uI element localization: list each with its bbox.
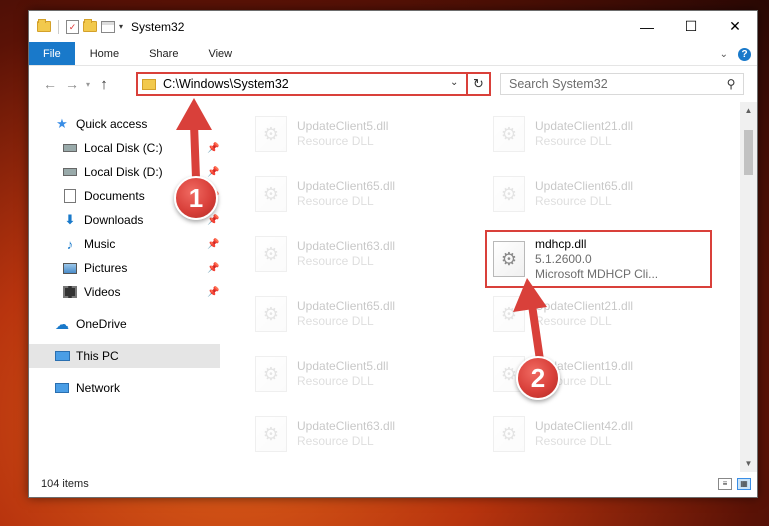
dll-gear-icon: ⚙ xyxy=(255,416,287,452)
large-icons-view-icon[interactable]: ▦ xyxy=(737,478,751,490)
sidebar-item-pictures[interactable]: Pictures 📌 xyxy=(29,256,220,280)
vertical-scrollbar[interactable]: ▲ ▼ xyxy=(740,102,757,472)
file-item[interactable]: ⚙ UpdateClient65.dll Resource DLL xyxy=(251,290,483,338)
drive-icon xyxy=(62,164,78,180)
file-item[interactable]: ⚙ UpdateClient21.dll Resource DLL xyxy=(489,110,721,158)
pin-icon[interactable]: 📌 xyxy=(207,167,219,178)
pin-icon[interactable]: 📌 xyxy=(207,287,219,298)
tab-home[interactable]: Home xyxy=(75,42,134,65)
tab-file[interactable]: File xyxy=(29,42,75,65)
forward-icon[interactable]: → xyxy=(61,76,83,92)
minimize-button[interactable]: — xyxy=(625,11,669,42)
properties-icon[interactable]: ✓ xyxy=(66,19,79,34)
dll-gear-icon: ⚙ xyxy=(255,356,287,392)
refresh-icon: ↻ xyxy=(473,76,484,91)
help-icon[interactable]: ? xyxy=(738,47,751,61)
sidebar-item-network[interactable]: Network xyxy=(29,376,220,400)
refresh-button[interactable]: ↻ xyxy=(466,72,491,96)
drive-icon xyxy=(62,140,78,156)
back-icon[interactable]: ← xyxy=(39,76,61,92)
dll-gear-icon: ⚙ xyxy=(493,416,525,452)
explorer-window: ✓ ▾ System32 — ☐ ✕ File Home Share View … xyxy=(28,10,758,498)
file-item-mdhcp[interactable]: ⚙ mdhcp.dll 5.1.2600.0 Microsoft MDHCP C… xyxy=(489,235,721,283)
sidebar-item-videos[interactable]: Videos 📌 xyxy=(29,280,220,304)
file-item[interactable]: ⚙ UpdateClient42.dll Resource DLL xyxy=(489,410,721,458)
customize-toolbar-icon[interactable] xyxy=(101,20,115,33)
sidebar-item-local-disk-c[interactable]: Local Disk (C:) 📌 xyxy=(29,136,220,160)
pictures-icon xyxy=(62,260,78,276)
address-bar[interactable]: C:\Windows\System32 xyxy=(136,72,491,96)
file-item[interactable]: ⚙ UpdateClient65.dll Resource DLL xyxy=(489,170,721,218)
navigation-pane: ★ Quick access Local Disk (C:) 📌 Local D… xyxy=(29,102,221,472)
sidebar-item-quick-access[interactable]: ★ Quick access xyxy=(29,112,220,136)
documents-icon xyxy=(62,188,78,204)
file-item[interactable]: ⚙ UpdateClient5.dll Resource DLL xyxy=(251,350,483,398)
file-item[interactable]: ⚙ UpdateClient63.dll Resource DLL xyxy=(251,230,483,278)
dll-gear-icon: ⚙ xyxy=(493,296,525,332)
network-icon xyxy=(54,380,70,396)
folder-icon xyxy=(142,78,156,90)
file-item[interactable]: ⚙ UpdateClient21.dll Resource DLL xyxy=(489,290,721,338)
item-count: 104 items xyxy=(41,478,89,490)
search-box[interactable]: ⚲ xyxy=(500,73,744,95)
videos-icon xyxy=(62,284,78,300)
tab-share[interactable]: Share xyxy=(134,42,193,65)
chevron-down-icon[interactable]: ⌄ xyxy=(450,77,458,88)
music-icon: ♪ xyxy=(66,236,74,252)
file-item[interactable]: ⚙ UpdateClient65.dll Resource DLL xyxy=(251,170,483,218)
maximize-button[interactable]: ☐ xyxy=(669,11,713,42)
file-item[interactable]: ⚙ UpdateClient5.dll Resource DLL xyxy=(251,110,483,158)
status-bar: 104 items ≡ ▦ xyxy=(29,471,757,497)
new-folder-icon[interactable] xyxy=(83,19,97,32)
dll-gear-icon: ⚙ xyxy=(255,116,287,152)
sidebar-item-music[interactable]: ♪ Music 📌 xyxy=(29,232,220,256)
monitor-icon xyxy=(54,348,70,364)
download-icon: ⬇ xyxy=(64,212,76,227)
ribbon-tabs: File Home Share View ⌄ ? xyxy=(29,42,757,66)
address-path[interactable]: C:\Windows\System32 xyxy=(163,77,489,91)
dll-gear-icon: ⚙ xyxy=(493,241,525,277)
search-icon[interactable]: ⚲ xyxy=(719,77,743,91)
dll-gear-icon: ⚙ xyxy=(493,116,525,152)
window-title: System32 xyxy=(131,19,185,34)
sidebar-item-this-pc[interactable]: This PC xyxy=(29,344,220,368)
tab-view[interactable]: View xyxy=(193,42,247,65)
title-bar: ✓ ▾ System32 — ☐ ✕ xyxy=(29,11,757,42)
scroll-down-icon[interactable]: ▼ xyxy=(740,455,757,472)
chevron-down-icon[interactable]: ▾ xyxy=(119,22,123,31)
expand-ribbon-icon[interactable]: ⌄ xyxy=(720,49,728,60)
step-1-badge: 1 xyxy=(174,176,218,220)
main-area: ★ Quick access Local Disk (C:) 📌 Local D… xyxy=(29,102,757,472)
dll-gear-icon: ⚙ xyxy=(255,176,287,212)
quick-access-toolbar: ✓ ▾ xyxy=(29,19,123,34)
dll-gear-icon: ⚙ xyxy=(255,296,287,332)
cloud-icon: ☁ xyxy=(55,315,69,332)
file-item[interactable]: ⚙ UpdateClient63.dll Resource DLL xyxy=(251,410,483,458)
dll-gear-icon: ⚙ xyxy=(493,176,525,212)
search-input[interactable] xyxy=(501,77,719,91)
scroll-thumb[interactable] xyxy=(744,130,753,175)
close-button[interactable]: ✕ xyxy=(713,11,757,42)
pin-icon[interactable]: 📌 xyxy=(207,239,219,250)
folder-icon xyxy=(37,19,51,32)
pin-icon[interactable]: 📌 xyxy=(207,143,219,154)
scroll-up-icon[interactable]: ▲ xyxy=(740,102,757,119)
file-list: ⚙ UpdateClient5.dll Resource DLL ⚙ Update… xyxy=(221,102,757,472)
dll-gear-icon: ⚙ xyxy=(255,236,287,272)
pin-icon[interactable]: 📌 xyxy=(207,215,219,226)
recent-locations-icon[interactable]: ▾ xyxy=(83,80,93,89)
up-icon[interactable]: ↑ xyxy=(93,76,115,93)
step-2-badge: 2 xyxy=(516,356,560,400)
details-view-icon[interactable]: ≡ xyxy=(718,478,732,490)
star-icon: ★ xyxy=(56,116,68,131)
navigation-bar: ← → ▾ ↑ C:\Windows\System32 ⌄ ↻ ⚲ xyxy=(29,66,757,102)
sidebar-item-onedrive[interactable]: ☁ OneDrive xyxy=(29,312,220,336)
pin-icon[interactable]: 📌 xyxy=(207,263,219,274)
